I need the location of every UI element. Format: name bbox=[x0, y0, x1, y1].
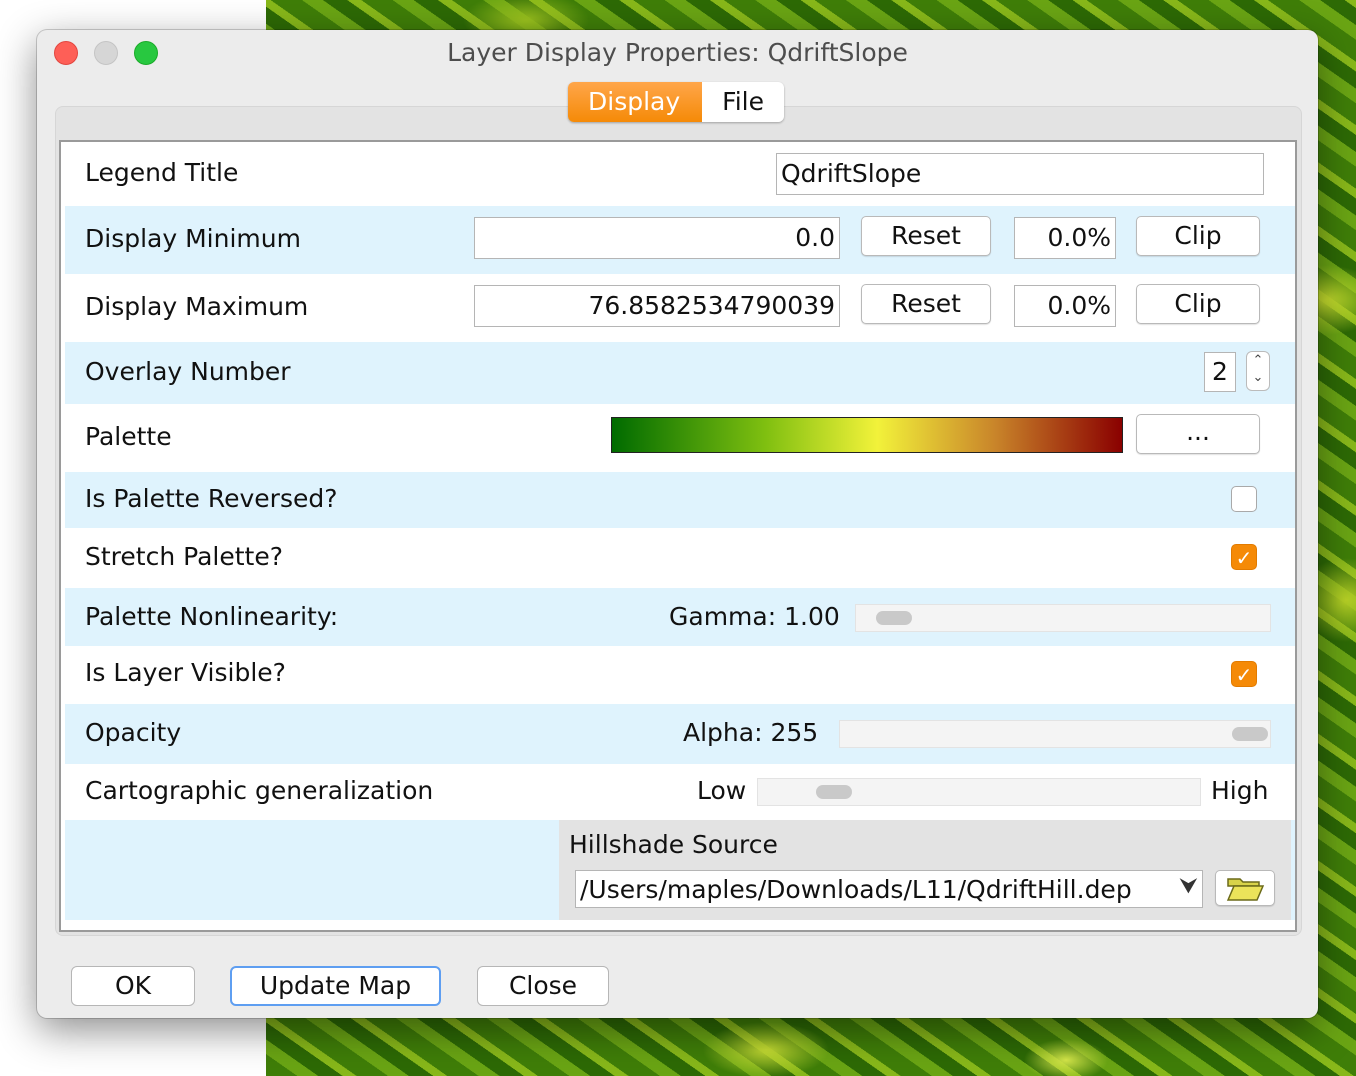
palette-reversed-label: Is Palette Reversed? bbox=[85, 484, 338, 513]
generalization-row: Cartographic generalization Low High bbox=[65, 764, 1295, 820]
palette-reversed-checkbox[interactable] bbox=[1231, 486, 1257, 512]
opacity-label: Opacity bbox=[85, 718, 182, 747]
display-minimum-label: Display Minimum bbox=[85, 224, 301, 253]
chevron-down-icon[interactable]: ⮟ bbox=[1179, 874, 1198, 899]
chevron-down-icon[interactable]: ⌄ bbox=[1247, 369, 1269, 386]
legend-title-input[interactable]: QdriftSlope bbox=[776, 153, 1264, 195]
title-bar: Layer Display Properties: QdriftSlope bbox=[37, 30, 1318, 74]
palette-nonlinearity-label: Palette Nonlinearity: bbox=[85, 602, 339, 631]
palette-label: Palette bbox=[85, 422, 172, 451]
palette-row: Palette ... bbox=[65, 404, 1295, 472]
layer-properties-dialog: Layer Display Properties: QdriftSlope Di… bbox=[37, 30, 1318, 1018]
checkmark-icon: ✓ bbox=[1235, 663, 1253, 687]
hillshade-row: Hillshade Source /Users/maples/Downloads… bbox=[65, 820, 1295, 920]
display-maximum-reset-button[interactable]: Reset bbox=[861, 284, 991, 324]
overlay-number-stepper[interactable]: ⌃ ⌄ bbox=[1246, 351, 1270, 391]
display-minimum-input[interactable]: 0.0 bbox=[474, 217, 840, 259]
opacity-slider[interactable] bbox=[839, 720, 1271, 748]
opacity-slider-thumb[interactable] bbox=[1232, 727, 1268, 741]
display-maximum-label: Display Maximum bbox=[85, 292, 309, 321]
display-maximum-clip-button[interactable]: Clip bbox=[1136, 284, 1260, 324]
tab-display[interactable]: Display bbox=[568, 82, 703, 122]
display-minimum-reset-button[interactable]: Reset bbox=[861, 216, 991, 256]
hillshade-panel: Hillshade Source /Users/maples/Downloads… bbox=[559, 820, 1291, 920]
generalization-slider-thumb[interactable] bbox=[816, 785, 852, 799]
stretch-palette-row: Stretch Palette? ✓ bbox=[65, 528, 1295, 588]
display-minimum-clip-button[interactable]: Clip bbox=[1136, 216, 1260, 256]
gamma-slider[interactable] bbox=[855, 604, 1271, 632]
palette-reversed-row: Is Palette Reversed? bbox=[65, 472, 1295, 528]
update-map-button[interactable]: Update Map bbox=[230, 966, 441, 1006]
chevron-up-icon[interactable]: ⌃ bbox=[1247, 352, 1269, 369]
palette-nonlinearity-row: Palette Nonlinearity: Gamma: 1.00 bbox=[65, 588, 1295, 646]
display-minimum-percent-input[interactable]: 0.0% bbox=[1014, 217, 1116, 259]
opacity-row: Opacity Alpha: 255 bbox=[65, 704, 1295, 764]
hillshade-source-select[interactable]: /Users/maples/Downloads/L11/QdriftHill.d… bbox=[575, 870, 1203, 908]
legend-title-label: Legend Title bbox=[85, 158, 239, 187]
ok-button[interactable]: OK bbox=[71, 966, 195, 1006]
generalization-high-text: High bbox=[1211, 776, 1269, 805]
display-minimum-row: Display Minimum 0.0 Reset 0.0% Clip bbox=[65, 206, 1295, 274]
display-maximum-row: Display Maximum 76.8582534790039 Reset 0… bbox=[65, 274, 1295, 342]
generalization-label: Cartographic generalization bbox=[85, 776, 434, 805]
tab-bar: Display File bbox=[568, 82, 784, 122]
stretch-palette-checkbox[interactable]: ✓ bbox=[1231, 544, 1257, 570]
close-button[interactable]: Close bbox=[477, 966, 609, 1006]
display-maximum-input[interactable]: 76.8582534790039 bbox=[474, 285, 840, 327]
hillshade-source-label: Hillshade Source bbox=[569, 830, 778, 859]
hillshade-source-value: /Users/maples/Downloads/L11/QdriftHill.d… bbox=[580, 875, 1132, 904]
checkmark-icon: ✓ bbox=[1235, 546, 1253, 570]
display-maximum-percent-input[interactable]: 0.0% bbox=[1014, 285, 1116, 327]
gamma-slider-thumb[interactable] bbox=[876, 611, 912, 625]
gamma-value-text: Gamma: 1.00 bbox=[669, 602, 840, 631]
stretch-palette-label: Stretch Palette? bbox=[85, 542, 283, 571]
legend-title-row: Legend Title QdriftSlope bbox=[65, 142, 1295, 206]
tab-file[interactable]: File bbox=[702, 82, 784, 122]
overlay-number-label: Overlay Number bbox=[85, 357, 291, 386]
folder-open-icon bbox=[1226, 878, 1265, 901]
palette-chooser-button[interactable]: ... bbox=[1136, 414, 1260, 454]
hillshade-browse-button[interactable] bbox=[1215, 870, 1275, 906]
generalization-low-text: Low bbox=[697, 776, 747, 805]
display-properties-panel: Legend Title QdriftSlope Display Minimum… bbox=[59, 140, 1297, 932]
layer-visible-label: Is Layer Visible? bbox=[85, 658, 286, 687]
overlay-number-row: Overlay Number 2 ⌃ ⌄ bbox=[65, 342, 1295, 404]
palette-gradient-bar[interactable] bbox=[611, 417, 1123, 453]
overlay-number-input[interactable]: 2 bbox=[1204, 352, 1236, 392]
generalization-slider[interactable] bbox=[757, 778, 1201, 806]
layer-visible-row: Is Layer Visible? ✓ bbox=[65, 646, 1295, 704]
layer-visible-checkbox[interactable]: ✓ bbox=[1231, 661, 1257, 687]
alpha-value-text: Alpha: 255 bbox=[683, 718, 819, 747]
window-title: Layer Display Properties: QdriftSlope bbox=[447, 38, 908, 67]
